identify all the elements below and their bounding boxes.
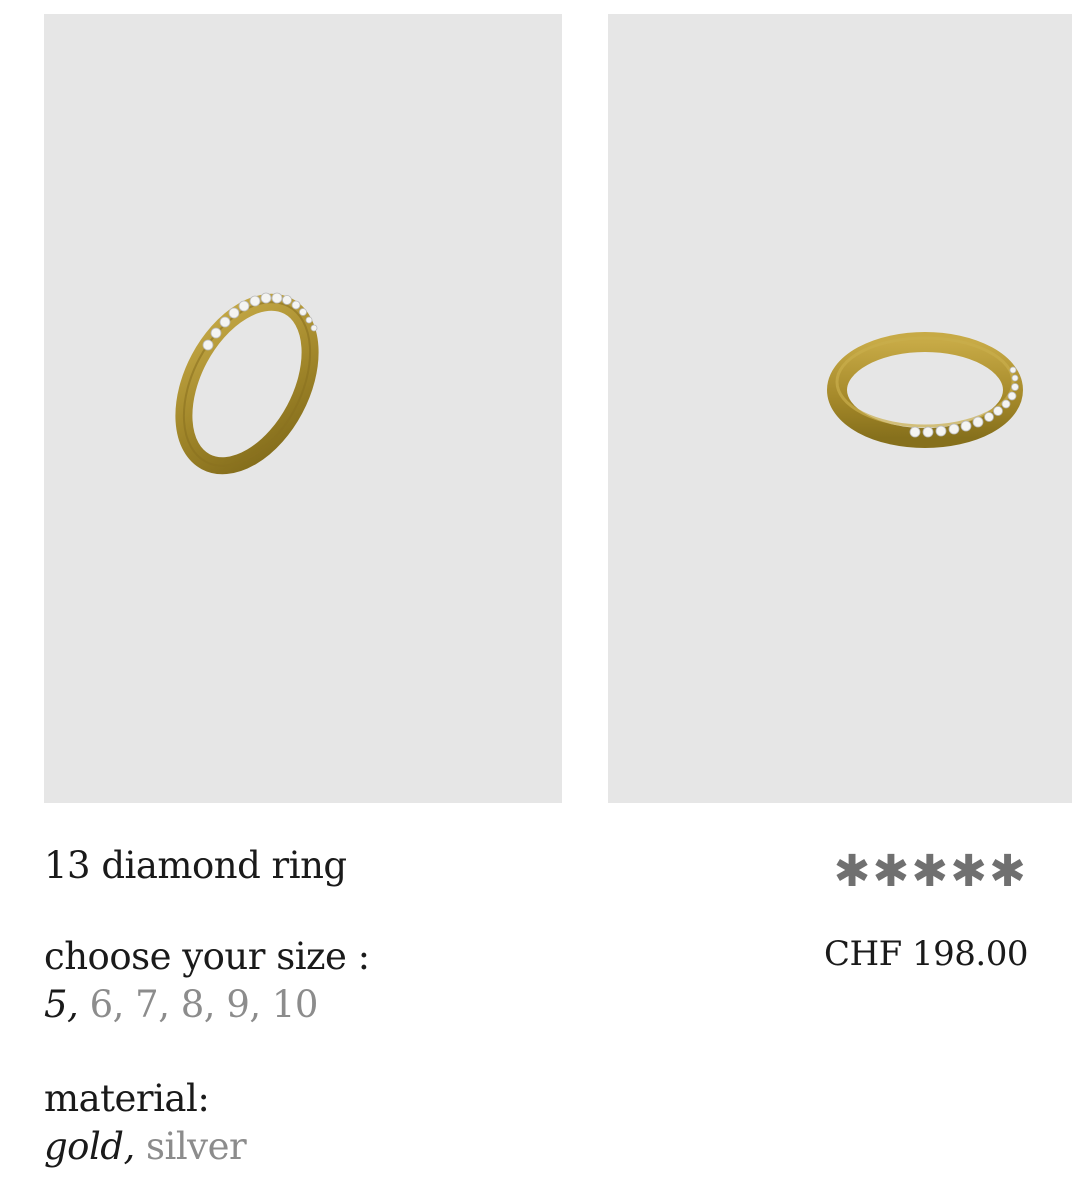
size-option-8[interactable]: 8 xyxy=(181,983,205,1026)
product-price: CHF 198.00 xyxy=(823,934,1029,974)
ring-image xyxy=(175,292,319,475)
material-label: material: xyxy=(44,1077,210,1120)
material-options: gold, silver xyxy=(44,1124,247,1170)
option-separator: , xyxy=(158,983,181,1026)
size-option-10[interactable]: 10 xyxy=(272,983,319,1026)
rating-stars[interactable]: ✱✱✱✱✱ xyxy=(834,846,1028,898)
material-option-silver[interactable]: silver xyxy=(146,1125,247,1168)
ring-image xyxy=(827,332,1023,448)
option-separator: , xyxy=(249,983,272,1026)
product-image-side[interactable] xyxy=(608,14,1072,803)
material-option-gold[interactable]: gold xyxy=(44,1125,124,1168)
size-option-5[interactable]: 5 xyxy=(44,983,68,1026)
size-option-6[interactable]: 6 xyxy=(90,983,114,1026)
option-separator: , xyxy=(112,983,136,1026)
size-options: 5, 6, 7, 8, 9, 10 xyxy=(44,982,318,1028)
product-title: 13 diamond ring xyxy=(44,844,347,887)
option-separator: , xyxy=(203,983,227,1026)
size-option-7[interactable]: 7 xyxy=(135,983,159,1026)
option-separator: , xyxy=(123,1125,147,1168)
option-separator: , xyxy=(67,983,90,1026)
product-image-front[interactable] xyxy=(44,14,562,803)
size-label: choose your size : xyxy=(44,935,370,978)
size-option-9[interactable]: 9 xyxy=(226,983,250,1026)
